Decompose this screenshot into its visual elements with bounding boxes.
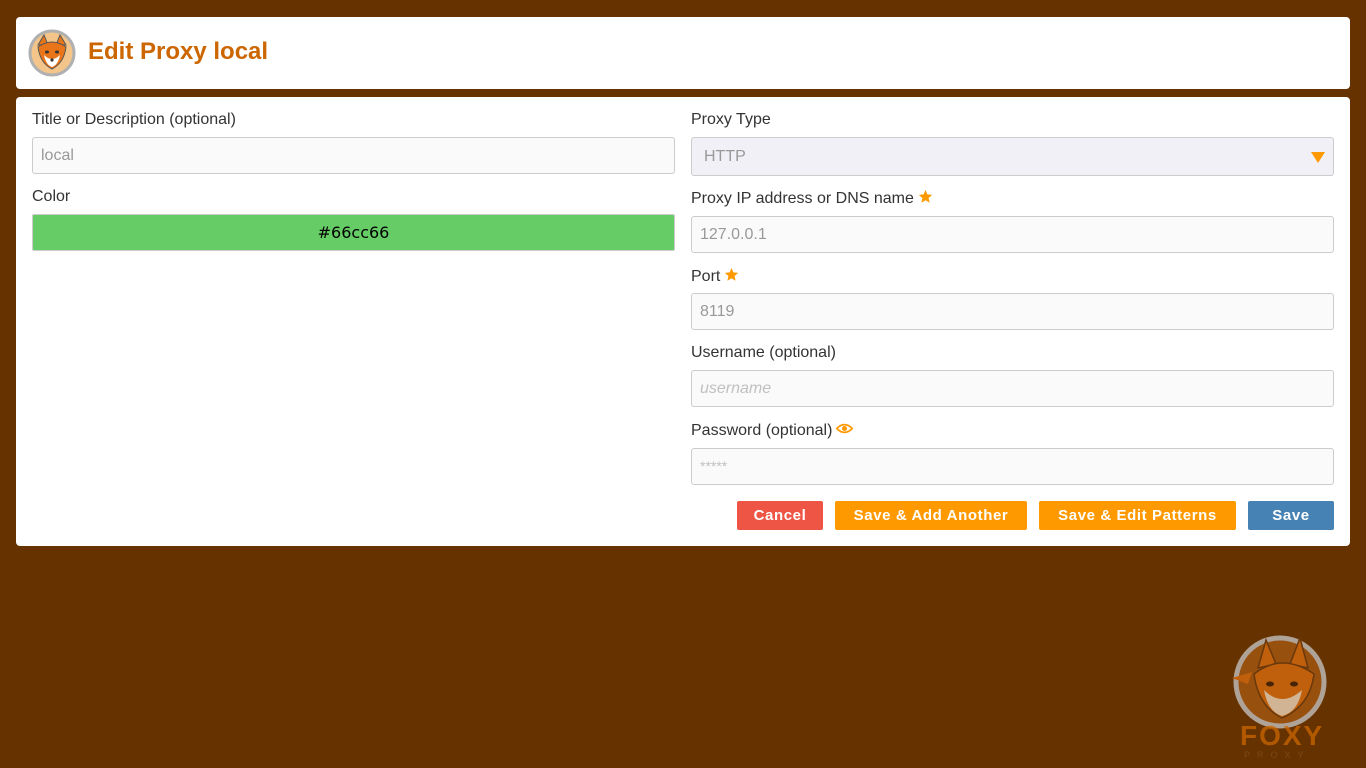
save-edit-patterns-button[interactable]: Save & Edit Patterns — [1039, 501, 1236, 530]
foxyproxy-logo-icon — [28, 29, 76, 77]
page-header: Edit Proxy local — [16, 17, 1350, 89]
port-label-text: Port — [691, 268, 721, 285]
color-label: Color — [32, 188, 71, 205]
username-label: Username (optional) — [691, 344, 836, 361]
cancel-button[interactable]: Cancel — [737, 501, 823, 530]
save-add-another-button[interactable]: Save & Add Another — [835, 501, 1027, 530]
password-input[interactable]: ***** — [691, 448, 1334, 485]
title-label: Title or Description (optional) — [32, 111, 236, 128]
foxyproxy-watermark: FOXY PROXY — [1230, 632, 1340, 762]
port-input[interactable]: 8119 — [691, 293, 1334, 330]
proxy-type-value: HTTP — [704, 148, 746, 165]
proxy-type-select[interactable]: HTTP — [691, 137, 1334, 176]
ip-label: Proxy IP address or DNS name — [691, 189, 933, 209]
watermark-text: FOXY — [1240, 720, 1325, 751]
edit-proxy-form: Title or Description (optional) local Co… — [16, 97, 1350, 546]
ip-input[interactable]: 127.0.0.1 — [691, 216, 1334, 253]
watermark-subtext: PROXY — [1244, 750, 1311, 760]
ip-label-text: Proxy IP address or DNS name — [691, 190, 914, 207]
page-title: Edit Proxy local — [88, 38, 269, 65]
eye-icon[interactable] — [836, 422, 854, 435]
username-input[interactable]: username — [691, 370, 1334, 407]
save-button[interactable]: Save — [1248, 501, 1334, 530]
fox-logo-icon — [1232, 635, 1327, 729]
star-icon — [725, 268, 739, 282]
star-icon — [918, 190, 933, 204]
color-picker-button[interactable]: #66cc66 — [32, 214, 675, 251]
password-label: Password (optional) — [691, 421, 854, 441]
proxy-type-label: Proxy Type — [691, 111, 771, 128]
password-label-text: Password (optional) — [691, 422, 833, 439]
title-input[interactable]: local — [32, 137, 675, 174]
port-label: Port — [691, 267, 739, 287]
triangle-down-icon — [1311, 152, 1325, 163]
